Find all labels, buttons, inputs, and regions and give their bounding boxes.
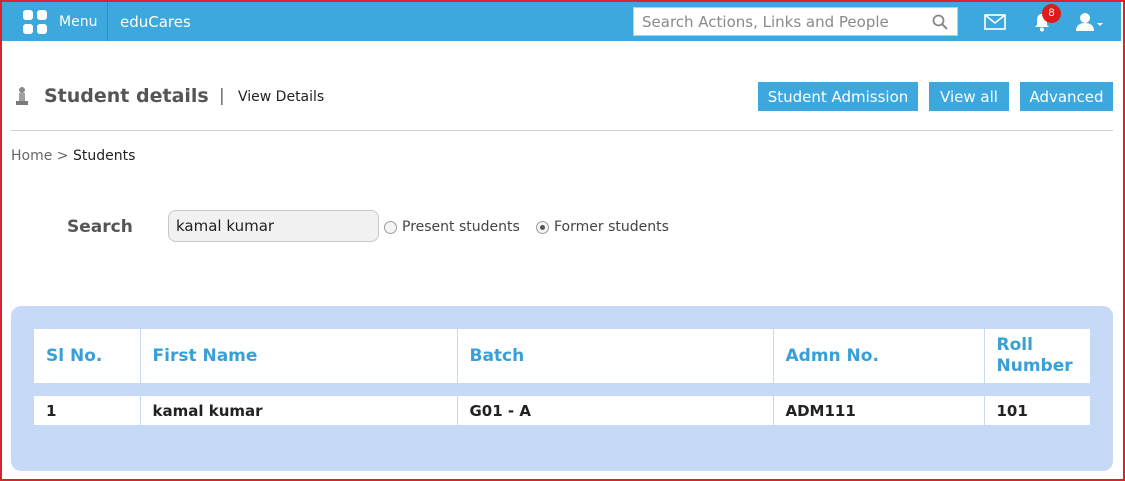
student-admission-button[interactable]: Student Admission [758, 82, 918, 111]
cell-first-name[interactable]: kamal kumar [140, 396, 458, 425]
menu-button[interactable]: Menu [12, 2, 108, 41]
column-header-batch: Batch [457, 329, 774, 383]
radio-checked-icon [536, 220, 549, 234]
former-students-radio[interactable]: Former students [536, 219, 669, 235]
header-divider [11, 130, 1113, 131]
column-header-first-name: First Name [140, 329, 458, 383]
advanced-button[interactable]: Advanced [1020, 82, 1113, 111]
breadcrumb-current: Students [72, 148, 136, 164]
column-header-admn-no: Admn No. [773, 329, 985, 383]
mail-icon[interactable] [984, 14, 1006, 30]
top-navigation-bar: Menu eduCares [2, 2, 1121, 41]
grid-icon [23, 9, 47, 34]
cell-admn-no: ADM111 [773, 396, 985, 425]
search-icon[interactable] [932, 14, 948, 30]
column-header-sl-no: Sl No. [34, 329, 141, 383]
page-title: Student details [44, 85, 209, 107]
search-label: Search [67, 217, 133, 237]
present-students-label: Present students [402, 219, 520, 235]
students-table: Sl No. First Name Batch Admn No. Roll Nu… [34, 329, 1090, 425]
breadcrumb-separator: > [56, 148, 69, 164]
view-all-button[interactable]: View all [929, 82, 1009, 111]
table-spacer [34, 383, 1090, 396]
cell-roll-number: 101 [984, 396, 1090, 425]
table-header-row: Sl No. First Name Batch Admn No. Roll Nu… [34, 329, 1090, 383]
breadcrumb: Home > Students [11, 148, 135, 164]
present-students-radio[interactable]: Present students [384, 219, 520, 235]
breadcrumb-home-link[interactable]: Home [11, 148, 52, 164]
user-icon[interactable] [1075, 12, 1105, 32]
global-search [633, 7, 958, 36]
title-separator: | [219, 86, 225, 106]
former-students-label: Former students [554, 219, 669, 235]
page-subtitle: View Details [238, 89, 325, 105]
column-header-roll-number: Roll Number [984, 329, 1090, 383]
table-row[interactable]: 1 kamal kumar G01 - A ADM111 101 [34, 396, 1090, 425]
notification-badge: 8 [1042, 4, 1061, 23]
menu-label: Menu [59, 13, 98, 30]
cell-batch: G01 - A [457, 396, 774, 425]
radio-unchecked-icon [384, 220, 397, 234]
student-search-input[interactable] [168, 210, 379, 242]
chess-piece-icon [16, 87, 28, 105]
cell-sl-no: 1 [34, 396, 141, 425]
brand-link[interactable]: eduCares [120, 13, 191, 31]
global-search-input[interactable] [634, 8, 924, 35]
